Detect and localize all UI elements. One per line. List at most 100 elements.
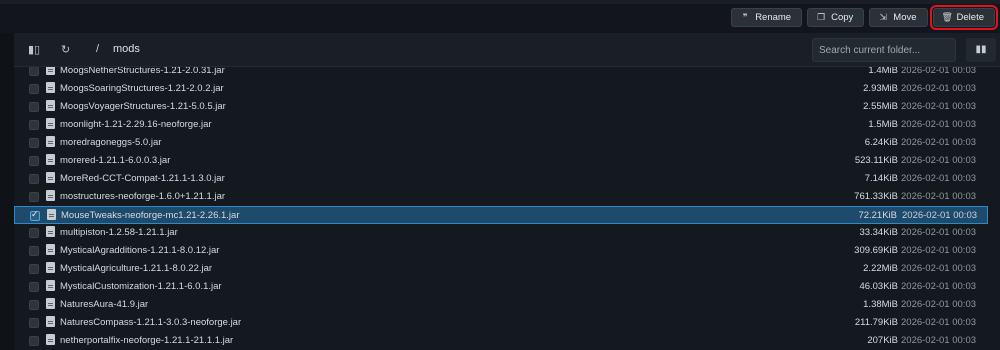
file-modified-date: 2026-02-01 00:03 <box>901 317 977 328</box>
file-icon <box>46 172 55 183</box>
file-modified-date: 2026-02-01 00:03 <box>901 281 977 292</box>
row-checkbox[interactable] <box>29 318 39 328</box>
rename-icon: ❞ <box>742 12 748 22</box>
sidebar-toggle-icon[interactable]: ▮▯ <box>28 43 40 56</box>
file-name[interactable]: morered-1.21.1-6.0.0.3.jar <box>60 155 170 166</box>
row-checkbox[interactable] <box>29 156 39 166</box>
view-toggle-button[interactable]: ▮▮ <box>966 38 996 62</box>
file-row[interactable]: MoogsNetherStructures-1.21-2.0.31.jar 1.4… <box>14 67 988 80</box>
delete-button[interactable]: 🗑 Delete <box>929 5 999 30</box>
move-button[interactable]: ⇲ Move <box>869 8 928 27</box>
row-checkbox[interactable] <box>29 336 39 346</box>
file-modified-date: 2026-02-01 00:03 <box>901 137 977 148</box>
file-name[interactable]: MysticalAgradditions-1.21.1-8.0.12.jar <box>60 245 219 256</box>
file-row[interactable]: MoreRed-CCT-Compat-1.21.1-1.3.0.jar 7.14K… <box>14 170 988 188</box>
file-modified-date: 2026-02-01 00:03 <box>901 119 977 130</box>
file-name[interactable]: MoogsVoyagerStructures-1.21-5.0.5.jar <box>60 101 226 112</box>
file-icon <box>46 334 55 345</box>
row-checkbox[interactable] <box>29 300 39 310</box>
file-name[interactable]: MouseTweaks-neoforge-mc1.21-2.26.1.jar <box>61 210 239 221</box>
file-icon <box>46 226 55 237</box>
file-modified-date: 2026-02-01 00:03 <box>901 227 977 238</box>
copy-button[interactable]: ❐ Copy <box>807 8 865 27</box>
file-row[interactable]: multipiston-1.2.58-1.21.1.jar 33.34KiB 202… <box>14 224 988 242</box>
row-checkbox[interactable] <box>29 84 39 94</box>
row-checkbox[interactable] <box>29 282 39 292</box>
row-checkbox[interactable] <box>29 228 39 238</box>
file-name[interactable]: multipiston-1.2.58-1.21.1.jar <box>60 227 178 238</box>
file-name[interactable]: NaturesAura-41.9.jar <box>60 299 148 310</box>
file-icon <box>46 154 55 165</box>
file-icon <box>46 244 55 255</box>
breadcrumb-root[interactable]: / <box>96 43 99 55</box>
file-modified-date: 2026-02-01 00:03 <box>901 335 977 346</box>
file-size: 6.24KiB <box>864 137 898 148</box>
row-checkbox[interactable] <box>30 209 40 221</box>
file-size: 523.11KiB <box>854 155 898 166</box>
row-checkbox[interactable] <box>29 102 39 112</box>
file-row[interactable]: MoogsVoyagerStructures-1.21-5.0.5.jar 2.5… <box>14 98 988 116</box>
row-checkbox[interactable] <box>29 264 39 274</box>
file-icon <box>46 316 55 327</box>
file-row[interactable]: NaturesCompass-1.21.1-3.0.3-neoforge.jar… <box>14 314 988 332</box>
file-row[interactable]: mostructures-neoforge-1.6.0+1.21.1.jar 76… <box>14 188 988 206</box>
file-row[interactable]: moonlight-1.21-2.29.16-neoforge.jar 1.5Mi… <box>14 116 988 134</box>
file-name[interactable]: moonlight-1.21-2.29.16-neoforge.jar <box>60 119 212 130</box>
file-name[interactable]: NaturesCompass-1.21.1-3.0.3-neoforge.jar <box>60 317 241 328</box>
file-icon <box>46 262 55 273</box>
columns-icon: ▮▮ <box>975 44 987 55</box>
file-row[interactable]: moredragoneggs-5.0.jar 6.24KiB 2026-02-01 … <box>14 134 988 152</box>
file-icon <box>47 209 56 220</box>
refresh-icon[interactable]: ↻ <box>61 43 70 56</box>
file-size: 2.22MiB <box>863 263 898 274</box>
file-modified-date: 2026-02-01 00:03 <box>901 299 977 310</box>
file-row[interactable]: netherportalfix-neoforge-1.21.1-21.1.1.j… <box>14 332 988 350</box>
file-icon <box>46 82 55 93</box>
file-row[interactable]: morered-1.21.1-6.0.0.3.jar 523.11KiB 2026-… <box>14 152 988 170</box>
file-row[interactable]: MysticalAgradditions-1.21.1-8.0.12.jar 30… <box>14 242 988 260</box>
file-name[interactable]: MoogsNetherStructures-1.21-2.0.31.jar <box>60 67 225 76</box>
move-icon: ⇲ <box>879 12 888 22</box>
file-actions: ❞ Rename ❐ Copy ⇲ Move 🗑 Delete <box>731 5 999 30</box>
delete-label: Delete <box>956 12 984 23</box>
file-modified-date: 2026-02-01 00:03 <box>901 83 977 94</box>
file-icon <box>46 100 55 111</box>
file-icon <box>46 298 55 309</box>
breadcrumb-current-folder[interactable]: mods <box>113 43 140 55</box>
file-name[interactable]: MysticalCustomization-1.21.1-6.0.1.jar <box>60 281 222 292</box>
file-row[interactable]: MysticalCustomization-1.21.1-6.0.1.jar 46… <box>14 278 988 296</box>
file-size: 33.34KiB <box>859 227 898 238</box>
file-size: 7.14KiB <box>864 173 898 184</box>
file-row[interactable]: MysticalAgriculture-1.21.1-8.0.22.jar 2.2… <box>14 260 988 278</box>
file-icon <box>46 190 55 201</box>
file-size: 761.33KiB <box>854 191 898 202</box>
search-input[interactable] <box>812 38 956 62</box>
file-name[interactable]: mostructures-neoforge-1.6.0+1.21.1.jar <box>60 191 225 202</box>
file-row[interactable]: NaturesAura-41.9.jar 1.38MiB 2026-02-01 00… <box>14 296 988 314</box>
copy-label: Copy <box>831 12 854 23</box>
row-checkbox[interactable] <box>29 174 39 184</box>
file-row[interactable]: MouseTweaks-neoforge-mc1.21-2.26.1.jar 72… <box>14 206 988 224</box>
file-name[interactable]: MoogsSoaringStructures-1.21-2.0.2.jar <box>60 83 224 94</box>
file-size: 2.93MiB <box>863 83 898 94</box>
file-row[interactable]: MoogsSoaringStructures-1.21-2.0.2.jar 2.9… <box>14 80 988 98</box>
file-list: MoogsNetherStructures-1.21-2.0.31.jar 1.4… <box>14 67 1000 350</box>
row-checkbox[interactable] <box>29 138 39 148</box>
row-checkbox[interactable] <box>29 67 39 76</box>
file-size: 211.79KiB <box>854 317 898 328</box>
row-checkbox[interactable] <box>29 246 39 256</box>
row-checkbox[interactable] <box>29 120 39 130</box>
rename-button[interactable]: ❞ Rename <box>731 8 803 27</box>
file-name[interactable]: moredragoneggs-5.0.jar <box>60 137 161 148</box>
file-icon <box>46 118 55 129</box>
file-modified-date: 2026-02-01 00:03 <box>901 173 977 184</box>
top-action-bar: ❞ Rename ❐ Copy ⇲ Move 🗑 Delete <box>0 0 1000 33</box>
file-browser-toolbar: ▮▯ ↻ / mods ▮▮ <box>14 33 1000 67</box>
file-name[interactable]: netherportalfix-neoforge-1.21.1-21.1.1.j… <box>60 335 233 346</box>
row-checkbox[interactable] <box>29 192 39 202</box>
file-name[interactable]: MysticalAgriculture-1.21.1-8.0.22.jar <box>60 263 212 274</box>
file-size: 1.4MiB <box>868 67 898 76</box>
file-name[interactable]: MoreRed-CCT-Compat-1.21.1-1.3.0.jar <box>60 173 225 184</box>
file-browser-panel: ▮▯ ↻ / mods ▮▮ MoogsNetherStructures-1.2… <box>14 33 1000 350</box>
file-size: 1.38MiB <box>863 299 898 310</box>
